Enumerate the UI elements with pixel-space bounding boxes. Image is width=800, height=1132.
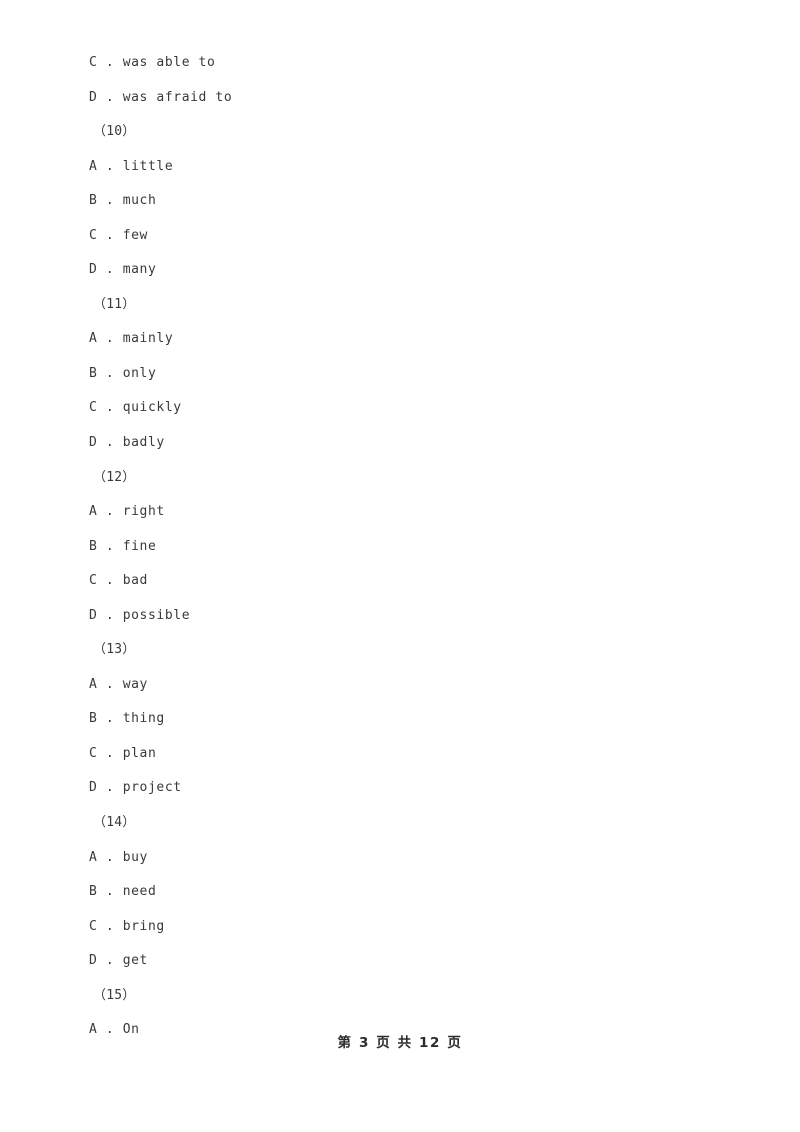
- answer-option: B . much: [89, 193, 157, 209]
- answer-option: C . quickly: [89, 400, 182, 416]
- answer-option: C . bring: [89, 918, 165, 934]
- question-number: （13）: [93, 642, 136, 658]
- answer-option: D . badly: [89, 435, 165, 451]
- answer-option: A . right: [89, 504, 165, 520]
- answer-option: A . buy: [89, 849, 148, 865]
- answer-option: C . few: [89, 227, 148, 243]
- answer-option: C . plan: [89, 745, 157, 761]
- answer-option: C . was able to: [89, 55, 216, 70]
- question-number: （10）: [93, 124, 136, 140]
- answer-option: A . way: [89, 676, 148, 692]
- question-number: （11）: [93, 296, 136, 312]
- answer-option: D . possible: [89, 607, 191, 623]
- answer-option: A . little: [89, 158, 174, 174]
- answer-option: D . was afraid to: [89, 89, 233, 105]
- page-number-text: 第 3 页 共 12 页: [337, 1035, 463, 1051]
- answer-option: B . fine: [89, 538, 157, 554]
- answer-option: D . get: [89, 953, 148, 969]
- answer-option: D . many: [89, 262, 157, 278]
- page-footer: 第 3 页 共 12 页: [0, 1032, 800, 1052]
- answer-option: B . thing: [89, 711, 165, 727]
- answer-option: B . only: [89, 365, 157, 381]
- answer-option: D . project: [89, 780, 182, 796]
- question-list: C . was able to D . was afraid to （10） A . …: [89, 46, 709, 1048]
- document-page: C . was able to D . was afraid to （10） A . …: [0, 0, 800, 1132]
- question-number: （12）: [93, 469, 136, 485]
- question-number: （14）: [93, 815, 136, 831]
- answer-option: A . mainly: [89, 331, 174, 347]
- answer-option: B . need: [89, 884, 157, 900]
- answer-option: C . bad: [89, 573, 148, 589]
- question-number: （15）: [93, 987, 136, 1003]
